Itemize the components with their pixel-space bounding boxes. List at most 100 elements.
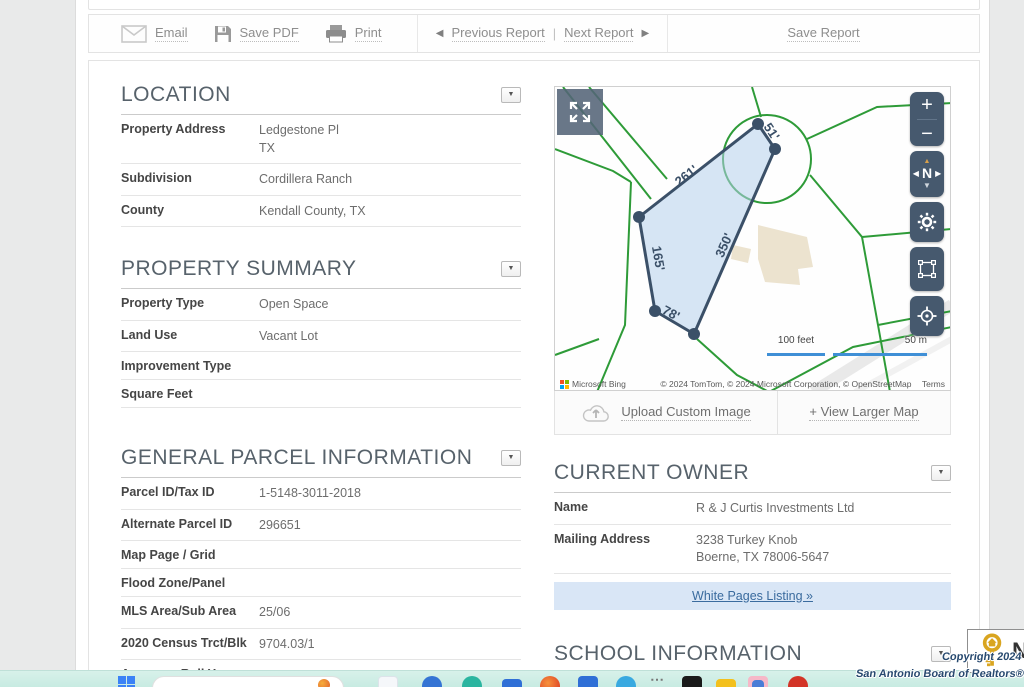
- bing-logo-block: Microsoft Bing: [560, 379, 626, 389]
- current-owner-title: CURRENT OWNER: [554, 461, 749, 484]
- taskbar-app-icon[interactable]: [378, 676, 398, 687]
- taskbar-app-icon[interactable]: [752, 680, 764, 687]
- general-parcel-title: GENERAL PARCEL INFORMATION: [121, 446, 472, 469]
- attribution-text: © 2024 TomTom, © 2024 Microsoft Corporat…: [660, 379, 911, 389]
- previous-card-edge: [88, 0, 980, 10]
- map-fullscreen-button[interactable]: [557, 89, 603, 135]
- scale-meters-bar: [833, 353, 927, 356]
- save-report-button[interactable]: Save Report: [787, 25, 859, 42]
- taskbar-app-icon[interactable]: [422, 676, 442, 687]
- zoom-divider: [917, 119, 937, 120]
- email-button[interactable]: Email: [121, 25, 188, 43]
- view-larger-map-label: + View Larger Map: [809, 404, 918, 421]
- row-label: Name: [554, 500, 696, 518]
- print-icon: [325, 25, 347, 43]
- map-locate-button[interactable]: [910, 296, 944, 336]
- row-label: Square Feet: [121, 387, 259, 401]
- save-pdf-icon: [214, 25, 232, 43]
- print-label: Print: [355, 25, 382, 42]
- location-title: LOCATION: [121, 83, 231, 106]
- copyright-watermark-line2: San Antonio Board of Realtors®: [855, 668, 1024, 680]
- map-actions-bar: Upload Custom Image + View Larger Map: [554, 391, 951, 435]
- mailing-address-row: Mailing Address 3238 Turkey Knob Boerne,…: [554, 525, 951, 574]
- report-body: LOCATION ▼ Property Address Ledgestone P…: [88, 60, 980, 687]
- taskbar-app-icon[interactable]: [462, 676, 482, 687]
- row-label: Property Type: [121, 296, 259, 314]
- taskbar-app-icon[interactable]: [616, 676, 636, 687]
- row-label: MLS Area/Sub Area: [121, 604, 259, 622]
- alternate-parcel-id-row: Alternate Parcel ID 296651: [121, 510, 521, 542]
- census-tract-row: 2020 Census Trct/Blk 9704.03/1: [121, 629, 521, 661]
- location-section: LOCATION ▼ Property Address Ledgestone P…: [121, 83, 521, 227]
- marquee-icon: [917, 259, 937, 279]
- terms-link[interactable]: Terms: [922, 379, 945, 389]
- save-pdf-button[interactable]: Save PDF: [214, 25, 299, 43]
- map-compass-control[interactable]: ▲ ◀ N ▶ ▼: [910, 151, 944, 197]
- parcel-id-row: Parcel ID/Tax ID 1-5148-3011-2018: [121, 478, 521, 510]
- row-value: Vacant Lot: [259, 328, 318, 346]
- print-button[interactable]: Print: [325, 25, 382, 43]
- row-value: Kendall County, TX: [259, 203, 366, 221]
- row-label: Mailing Address: [554, 532, 696, 567]
- owner-name-row: Name R & J Curtis Investments Ltd: [554, 493, 951, 525]
- taskbar-app-icon[interactable]: [682, 676, 702, 687]
- map-select-area-button[interactable]: [910, 247, 944, 291]
- view-larger-map-button[interactable]: + View Larger Map: [778, 391, 950, 434]
- white-pages-link[interactable]: White Pages Listing »: [692, 589, 813, 603]
- taskbar-folder-icon[interactable]: [716, 679, 736, 687]
- taskbar-search-input[interactable]: [152, 676, 344, 687]
- row-label: Alternate Parcel ID: [121, 517, 259, 535]
- row-label: Subdivision: [121, 171, 259, 189]
- parcel-map[interactable]: 261' 51' 350' 165' 78' +: [554, 86, 951, 391]
- toolbar-actions-group: Email Save PDF Print: [89, 15, 418, 52]
- zoom-out-icon[interactable]: −: [921, 124, 933, 144]
- map-page-grid-row: Map Page / Grid: [121, 541, 521, 569]
- row-label: 2020 Census Trct/Blk: [121, 636, 259, 654]
- expand-icon: [568, 100, 592, 124]
- scale-meters-label: 50 m: [889, 335, 927, 346]
- row-value: Cordillera Ranch: [259, 171, 352, 189]
- current-owner-header: CURRENT OWNER ▼: [554, 461, 951, 493]
- windows-start-icon[interactable]: [118, 676, 135, 687]
- general-parcel-collapse-button[interactable]: ▼: [501, 450, 521, 466]
- row-value: 3238 Turkey Knob Boerne, TX 78006-5647: [696, 532, 829, 567]
- row-value: 1-5148-3011-2018: [259, 485, 361, 503]
- taskbar-overflow-icon[interactable]: ⋯: [650, 671, 664, 687]
- improvement-type-row: Improvement Type: [121, 352, 521, 380]
- weather-icon[interactable]: [318, 679, 330, 687]
- map-attribution: Microsoft Bing © 2024 TomTom, © 2024 Mic…: [555, 379, 950, 389]
- row-value: 9704.03/1: [259, 636, 315, 654]
- previous-report-link[interactable]: Previous Report: [452, 25, 545, 42]
- flood-zone-row: Flood Zone/Panel: [121, 569, 521, 597]
- general-parcel-section: GENERAL PARCEL INFORMATION ▼ Parcel ID/T…: [121, 446, 521, 687]
- upload-custom-image-label: Upload Custom Image: [621, 404, 750, 421]
- row-value: 25/06: [259, 604, 290, 622]
- compass-left-icon: ◀: [913, 169, 919, 178]
- row-label: Parcel ID/Tax ID: [121, 485, 259, 503]
- taskbar-app-icon[interactable]: [502, 679, 522, 687]
- location-header: LOCATION ▼: [121, 83, 521, 115]
- location-collapse-button[interactable]: ▼: [501, 87, 521, 103]
- property-summary-header: PROPERTY SUMMARY ▼: [121, 257, 521, 289]
- map-settings-button[interactable]: [910, 202, 944, 242]
- taskbar-app-icon[interactable]: [540, 676, 560, 687]
- subdivision-row: Subdivision Cordillera Ranch: [121, 164, 521, 196]
- next-report-link[interactable]: Next Report: [564, 25, 633, 42]
- row-value: R & J Curtis Investments Ltd: [696, 500, 854, 518]
- current-owner-collapse-button[interactable]: ▼: [931, 465, 951, 481]
- email-icon: [121, 25, 147, 43]
- taskbar-app-icon[interactable]: [578, 676, 598, 687]
- map-zoom-control[interactable]: + −: [910, 92, 944, 146]
- compass-right-icon: ▶: [935, 169, 941, 178]
- crosshair-icon: [917, 306, 937, 326]
- property-summary-collapse-button[interactable]: ▼: [501, 261, 521, 277]
- microsoft-logo-icon: [560, 380, 569, 389]
- right-column: 261' 51' 350' 165' 78' +: [554, 86, 951, 687]
- next-arrow-icon: ▶: [641, 28, 649, 39]
- taskbar-app-icon[interactable]: [788, 676, 808, 687]
- zoom-in-icon[interactable]: +: [921, 95, 933, 115]
- property-report-screen: Email Save PDF Print: [0, 0, 1024, 687]
- upload-custom-image-button[interactable]: Upload Custom Image: [555, 391, 778, 434]
- save-pdf-label: Save PDF: [240, 25, 299, 42]
- compass-up-icon: ▲: [924, 158, 931, 165]
